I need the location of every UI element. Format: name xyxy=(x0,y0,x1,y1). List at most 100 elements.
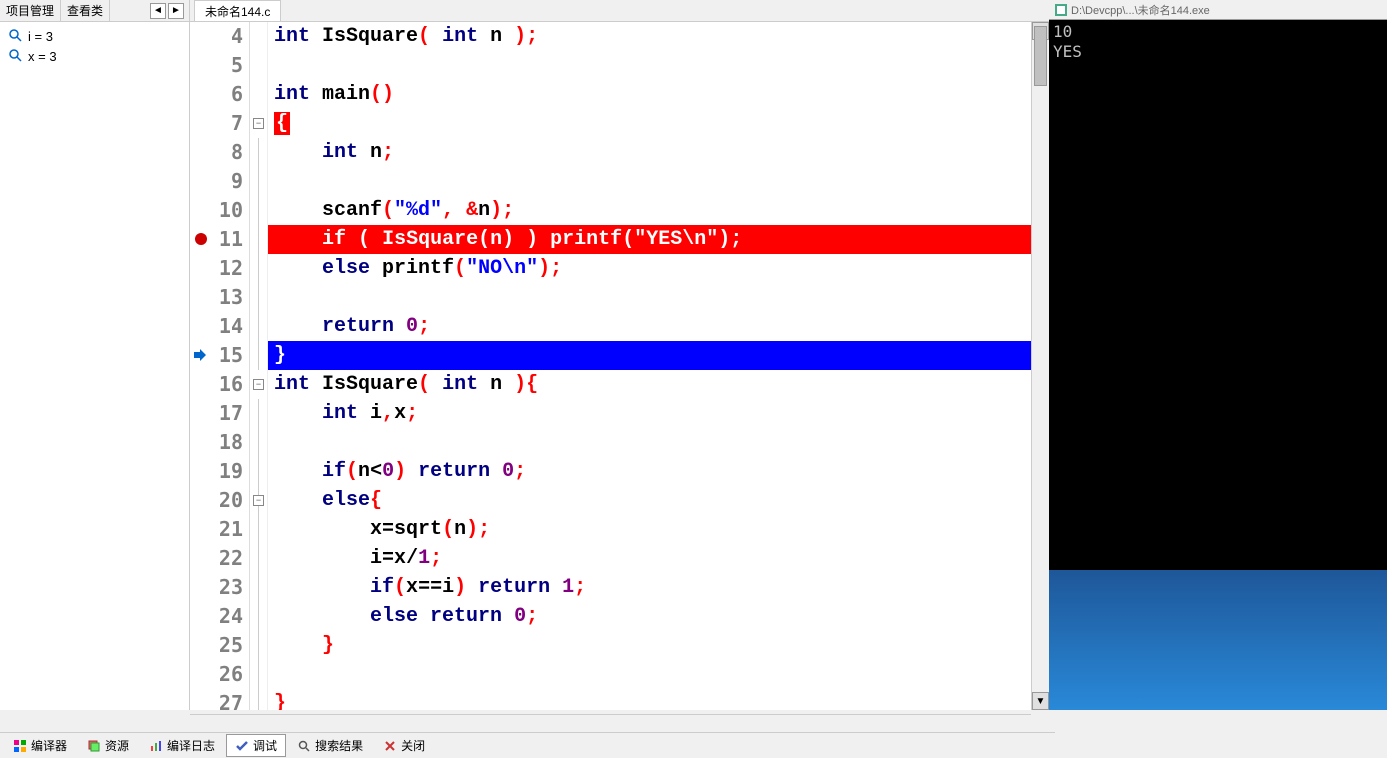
code-line[interactable]: int IsSquare( int n ){ xyxy=(268,370,1031,399)
fold-cell xyxy=(250,167,267,196)
line-number[interactable]: 26 xyxy=(190,660,243,689)
fold-cell xyxy=(250,689,267,710)
code-line[interactable] xyxy=(268,51,1031,80)
vertical-scrollbar[interactable]: ▲ ▼ xyxy=(1031,22,1049,710)
grid-icon xyxy=(13,739,27,753)
fold-cell xyxy=(250,283,267,312)
search-icon xyxy=(297,739,311,753)
code-body[interactable]: int IsSquare( int n ); int main(){ int n;… xyxy=(268,22,1031,710)
watch-list: i = 3x = 3 xyxy=(0,22,189,710)
fold-cell xyxy=(250,80,267,109)
code-line[interactable]: { xyxy=(268,109,1031,138)
editor-area: 未命名144.c 4567891011121314151617181920212… xyxy=(190,0,1049,710)
code-line[interactable]: scanf("%d", &n); xyxy=(268,196,1031,225)
code-line[interactable]: else return 0; xyxy=(268,602,1031,631)
code-line[interactable] xyxy=(268,283,1031,312)
console-output[interactable]: 10YES xyxy=(1049,20,1387,570)
line-number[interactable]: 7 xyxy=(190,109,243,138)
scroll-down-button[interactable]: ▼ xyxy=(1032,692,1049,710)
fold-cell xyxy=(250,602,267,631)
line-number[interactable]: 14 xyxy=(190,312,243,341)
fold-toggle[interactable]: − xyxy=(253,379,264,390)
line-number[interactable]: 10 xyxy=(190,196,243,225)
code-line[interactable]: int n; xyxy=(268,138,1031,167)
fold-cell xyxy=(250,515,267,544)
bottom-tab-关闭[interactable]: 关闭 xyxy=(374,734,434,757)
bottom-tab-label: 编译器 xyxy=(31,737,67,754)
bottom-tab-资源[interactable]: 资源 xyxy=(78,734,138,757)
code-line[interactable]: } xyxy=(268,689,1031,710)
horizontal-scrollbar[interactable] xyxy=(190,714,1031,732)
bottom-tab-编译日志[interactable]: 编译日志 xyxy=(140,734,224,757)
code-line[interactable]: x=sqrt(n); xyxy=(268,515,1031,544)
code-line[interactable] xyxy=(268,660,1031,689)
line-number[interactable]: 18 xyxy=(190,428,243,457)
bottom-panel-tabs: 编译器 资源编译日志 调试搜索结果 关闭 xyxy=(0,732,1055,758)
fold-cell xyxy=(250,660,267,689)
check-icon xyxy=(235,739,249,753)
line-number[interactable]: 15 xyxy=(190,341,243,370)
line-number[interactable]: 24 xyxy=(190,602,243,631)
current-line-icon xyxy=(192,348,208,362)
line-number[interactable]: 19 xyxy=(190,457,243,486)
code-line[interactable]: else{ xyxy=(268,486,1031,515)
fold-cell xyxy=(250,573,267,602)
fold-cell xyxy=(250,428,267,457)
code-line[interactable]: } xyxy=(268,341,1031,370)
desktop-background xyxy=(1049,570,1387,710)
left-panel-tabs: 项目管理 查看类 ◄ ► xyxy=(0,0,189,22)
nav-next-button[interactable]: ► xyxy=(168,3,184,19)
line-number[interactable]: 20 xyxy=(190,486,243,515)
code-line[interactable]: return 0; xyxy=(268,312,1031,341)
code-line[interactable] xyxy=(268,167,1031,196)
line-number[interactable]: 13 xyxy=(190,283,243,312)
scroll-thumb[interactable] xyxy=(1034,26,1047,86)
fold-cell xyxy=(250,341,267,370)
bottom-tab-label: 关闭 xyxy=(401,737,425,754)
bottom-tab-调试[interactable]: 调试 xyxy=(226,734,286,757)
line-number[interactable]: 17 xyxy=(190,399,243,428)
line-number[interactable]: 6 xyxy=(190,80,243,109)
bottom-tab-编译器[interactable]: 编译器 xyxy=(4,734,76,757)
line-number[interactable]: 16 xyxy=(190,370,243,399)
fold-cell xyxy=(250,631,267,660)
bottom-tab-搜索结果[interactable]: 搜索结果 xyxy=(288,734,372,757)
bottom-tab-label: 资源 xyxy=(105,737,129,754)
line-number[interactable]: 22 xyxy=(190,544,243,573)
line-number[interactable]: 4 xyxy=(190,22,243,51)
line-number[interactable]: 27 xyxy=(190,689,243,710)
tab-view-class[interactable]: 查看类 xyxy=(61,0,110,21)
watch-item[interactable]: i = 3 xyxy=(0,26,189,46)
code-line[interactable]: if ( IsSquare(n) ) printf("YES\n"); xyxy=(268,225,1031,254)
file-tab-active[interactable]: 未命名144.c xyxy=(194,0,281,21)
nav-prev-button[interactable]: ◄ xyxy=(150,3,166,19)
code-line[interactable] xyxy=(268,428,1031,457)
left-panel-nav: ◄ ► xyxy=(145,0,189,21)
watch-item[interactable]: x = 3 xyxy=(0,46,189,66)
line-number[interactable]: 9 xyxy=(190,167,243,196)
code-line[interactable]: int i,x; xyxy=(268,399,1031,428)
code-line[interactable]: } xyxy=(268,631,1031,660)
bars-icon xyxy=(149,739,163,753)
line-number[interactable]: 12 xyxy=(190,254,243,283)
code-line[interactable]: int IsSquare( int n ); xyxy=(268,22,1031,51)
fold-toggle[interactable]: − xyxy=(253,495,264,506)
code-line[interactable]: i=x/1; xyxy=(268,544,1031,573)
bottom-tab-label: 调试 xyxy=(253,737,277,754)
line-number-gutter: 4567891011121314151617181920212223242526… xyxy=(190,22,250,710)
line-number[interactable]: 11 xyxy=(190,225,243,254)
code-line[interactable]: if(x==i) return 1; xyxy=(268,573,1031,602)
line-number[interactable]: 5 xyxy=(190,51,243,80)
code-line[interactable]: else printf("NO\n"); xyxy=(268,254,1031,283)
code-line[interactable]: if(n<0) return 0; xyxy=(268,457,1031,486)
code-line[interactable]: int main() xyxy=(268,80,1031,109)
left-panel: 项目管理 查看类 ◄ ► i = 3x = 3 xyxy=(0,0,190,710)
line-number[interactable]: 21 xyxy=(190,515,243,544)
fold-cell: − xyxy=(250,486,267,515)
fold-cell xyxy=(250,196,267,225)
fold-toggle[interactable]: − xyxy=(253,118,264,129)
line-number[interactable]: 25 xyxy=(190,631,243,660)
line-number[interactable]: 23 xyxy=(190,573,243,602)
tab-project-manage[interactable]: 项目管理 xyxy=(0,0,61,21)
line-number[interactable]: 8 xyxy=(190,138,243,167)
